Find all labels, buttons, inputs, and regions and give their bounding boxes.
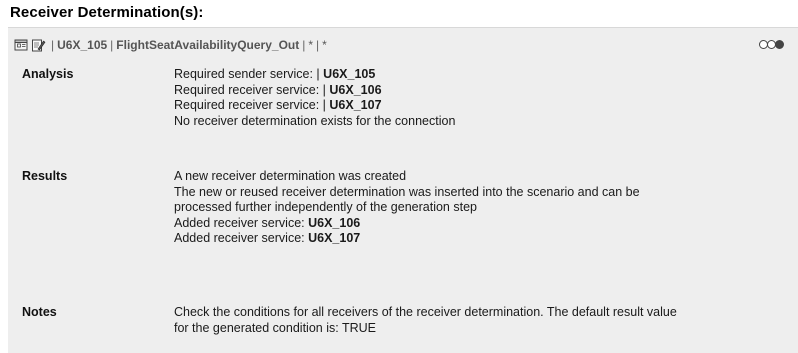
section-title: Receiver Determination(s): (10, 4, 204, 21)
separator: | (302, 38, 306, 52)
results-line: Added receiver service: U6X_107 (174, 231, 794, 247)
party: * (308, 38, 314, 52)
separator: | (110, 38, 114, 52)
results-line-text: Added receiver service: (174, 215, 309, 230)
interface-name: FlightSeatAvailabilityQuery_Out (116, 38, 300, 52)
sender-service: U6X_105 (57, 38, 108, 52)
notes-line: for the generated condition is: TRUE (174, 321, 794, 337)
analysis-line-value: U6X_107 (329, 98, 382, 112)
analysis-line-value: U6X_106 (329, 82, 382, 97)
separator: | (51, 38, 55, 52)
notes-line-text: for the generated condition is: TRUE (174, 320, 376, 335)
results-line: processed further independently of the g… (174, 200, 794, 216)
analysis-line: Required receiver service: | U6X_107 (174, 98, 794, 114)
results-line-text: The new or reused receiver determination… (174, 184, 640, 199)
analysis-line-text: Required receiver service: | (174, 98, 326, 112)
receiver-determination-panel: | U6X_105 | FlightSeatAvailabilityQuery_… (8, 27, 798, 353)
status-circle-icon (775, 40, 784, 49)
analysis-line-text: No receiver determination exists for the… (174, 113, 456, 128)
edit-icon[interactable] (31, 38, 46, 52)
object-header: | U6X_105 | FlightSeatAvailabilityQuery_… (14, 37, 327, 53)
analysis-line: No receiver determination exists for the… (174, 114, 794, 130)
separator: | (316, 38, 320, 52)
notes-body: Check the conditions for all receivers o… (174, 305, 794, 336)
receiver: * (322, 38, 327, 52)
analysis-line: Required receiver service: | U6X_106 (174, 83, 794, 99)
results-line: A new receiver determination was created (174, 169, 794, 185)
notes-label: Notes (22, 305, 57, 319)
results-label: Results (22, 169, 68, 183)
results-line-value: U6X_107 (308, 231, 361, 245)
results-line: The new or reused receiver determination… (174, 185, 794, 201)
analysis-line-text: Required receiver service: | (174, 82, 326, 97)
analysis-line-text: Required sender service: | (174, 67, 320, 81)
results-body: A new receiver determination was created… (174, 169, 794, 247)
notes-line: Check the conditions for all receivers o… (174, 305, 794, 321)
results-line-text: Added receiver service: (174, 231, 309, 245)
notes-line-text: Check the conditions for all receivers o… (174, 305, 677, 319)
results-line-text: processed further independently of the g… (174, 200, 477, 214)
folder-icon[interactable] (14, 38, 29, 52)
analysis-label: Analysis (22, 67, 74, 81)
results-line-text: A new receiver determination was created (174, 169, 407, 183)
analysis-line: Required sender service: | U6X_105 (174, 67, 794, 83)
analysis-body: Required sender service: | U6X_105 Requi… (174, 67, 794, 129)
results-line-value: U6X_106 (308, 215, 361, 230)
analysis-line-value: U6X_105 (323, 67, 376, 81)
status-indicator (759, 40, 784, 49)
results-line: Added receiver service: U6X_106 (174, 216, 794, 232)
